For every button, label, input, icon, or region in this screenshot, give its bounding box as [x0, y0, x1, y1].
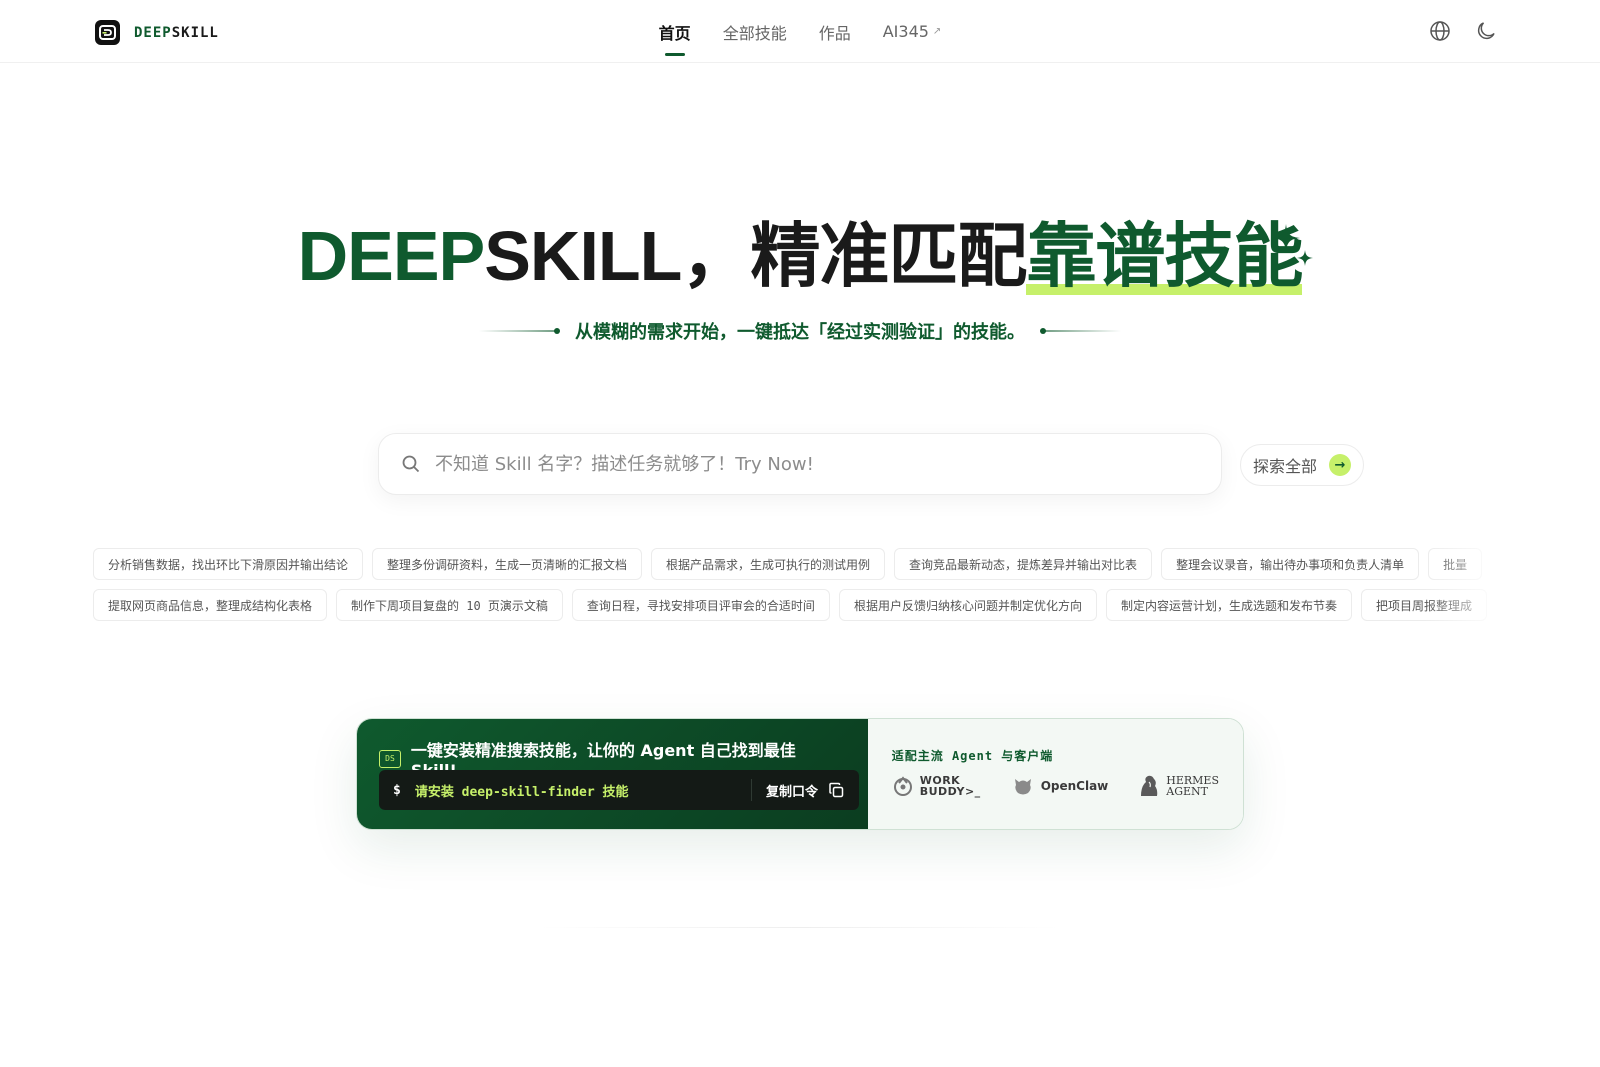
- subtitle-divider-left: [479, 328, 560, 334]
- openclaw-logo-icon: [1014, 779, 1031, 795]
- globe-icon[interactable]: [1428, 19, 1452, 43]
- suggestion-chip[interactable]: 整理会议录音，输出待办事项和负责人清单: [1161, 548, 1420, 580]
- openclaw-wordmark: OpenClaw: [1040, 779, 1109, 793]
- explore-all-button[interactable]: 探索全部 →: [1240, 444, 1364, 486]
- ds-badge: DS: [379, 749, 401, 768]
- logo-mark-icon: [95, 20, 120, 45]
- suggestion-chip[interactable]: 查询日程，寻找安排项目评审会的合适时间: [571, 589, 830, 621]
- agent-logos: WORK BUDDY>_ OpenClaw HERMES AGENT: [892, 774, 1219, 798]
- nav-link-works[interactable]: 作品: [819, 14, 851, 50]
- compatible-agents-panel: 适配主流 Agent 与客户端 WORK BUDDY>_ OpenClaw HE…: [867, 719, 1243, 829]
- install-command: 请安装 deep-skill-finder 技能: [414, 784, 629, 800]
- agent-hermes: HERMES AGENT: [1138, 774, 1219, 798]
- suggestion-chip[interactable]: 整理多份调研资料，生成一页清晰的汇报文档: [372, 548, 643, 580]
- search-icon: [402, 455, 420, 473]
- search-bar[interactable]: [378, 433, 1222, 495]
- suggestion-chip[interactable]: 制定内容运营计划，生成选题和发布节奏: [1105, 589, 1352, 621]
- search-input[interactable]: [435, 453, 1195, 475]
- hermes-wordmark: HERMES AGENT: [1166, 774, 1219, 798]
- suggestion-chip[interactable]: 查询竞品最新动态，提炼差异并输出对比表: [894, 548, 1153, 580]
- suggestion-chip[interactable]: 根据产品需求，生成可执行的测试用例: [651, 548, 886, 580]
- agent-openclaw: OpenClaw: [1011, 775, 1109, 797]
- compatible-agents-title: 适配主流 Agent 与客户端: [891, 749, 1054, 763]
- suggestion-chip[interactable]: 分析销售数据，找出环比下滑原因并输出结论: [93, 548, 364, 580]
- prompt-symbol: $: [393, 782, 401, 798]
- copy-icon: [829, 782, 844, 797]
- suggestion-chip[interactable]: 把项目周报整理成: [1360, 589, 1487, 621]
- suggestion-chip[interactable]: 根据用户反馈归纳核心问题并制定优化方向: [838, 589, 1097, 621]
- hero-subtitle-row: 从模糊的需求开始，一键抵达「经过实测验证」的技能。: [0, 318, 1600, 344]
- brand-name: DEEPSKILL: [134, 24, 219, 41]
- nav-link-home[interactable]: 首页: [659, 14, 691, 56]
- suggestion-chip[interactable]: 提取网页商品信息，整理成结构化表格: [93, 589, 328, 621]
- install-command-box: $ 请安装 deep-skill-finder 技能 复制口令: [379, 770, 859, 810]
- brand-logo[interactable]: DEEPSKILL: [95, 20, 219, 45]
- footer-divider: [540, 927, 1060, 928]
- suggestion-chip[interactable]: 批量: [1428, 548, 1483, 580]
- suggestion-chips-row-2: 提取网页商品信息，整理成结构化表格 制作下周项目复盘的 10 页演示文稿 查询日…: [93, 589, 1509, 623]
- external-link-icon: ↗: [932, 26, 942, 37]
- install-card: DS 一键安装精准搜索技能，让你的 Agent 自己找到最佳 Skill! $ …: [356, 718, 1244, 830]
- sparkle-icon: [1272, 224, 1313, 266]
- hero-title: DEEPSKILL，精准匹配靠谱技能: [297, 217, 1303, 295]
- explore-all-label: 探索全部: [1252, 457, 1317, 476]
- nav-actions: [1428, 19, 1498, 43]
- arrow-right-icon: →: [1329, 454, 1351, 476]
- hero-subtitle: 从模糊的需求开始，一键抵达「经过实测验证」的技能。: [575, 322, 1025, 343]
- nav-link-all-skills[interactable]: 全部技能: [723, 14, 787, 50]
- agent-workbuddy: WORK BUDDY>_: [892, 775, 981, 797]
- command-divider: [750, 779, 752, 801]
- workbuddy-logo-icon: [893, 776, 912, 796]
- moon-icon[interactable]: [1474, 19, 1498, 43]
- copy-command-button[interactable]: 复制口令: [766, 781, 845, 800]
- hermes-logo-icon: [1141, 775, 1158, 796]
- workbuddy-wordmark: WORK BUDDY>_: [919, 774, 981, 798]
- nav-link-ai345[interactable]: AI345 ↗: [883, 16, 942, 47]
- subtitle-divider-right: [1040, 328, 1121, 334]
- suggestion-chip[interactable]: 制作下周项目复盘的 10 页演示文稿: [336, 589, 563, 621]
- install-panel: DS 一键安装精准搜索技能，让你的 Agent 自己找到最佳 Skill! $ …: [357, 719, 868, 829]
- main-nav: 首页 全部技能 作品 AI345 ↗: [0, 0, 1600, 63]
- top-nav: DEEPSKILL 首页 全部技能 作品 AI345 ↗: [0, 0, 1600, 63]
- copy-command-label: 复制口令: [765, 784, 818, 800]
- suggestion-chips-row-1: 分析销售数据，找出环比下滑原因并输出结论 整理多份调研资料，生成一页清晰的汇报文…: [93, 548, 1509, 582]
